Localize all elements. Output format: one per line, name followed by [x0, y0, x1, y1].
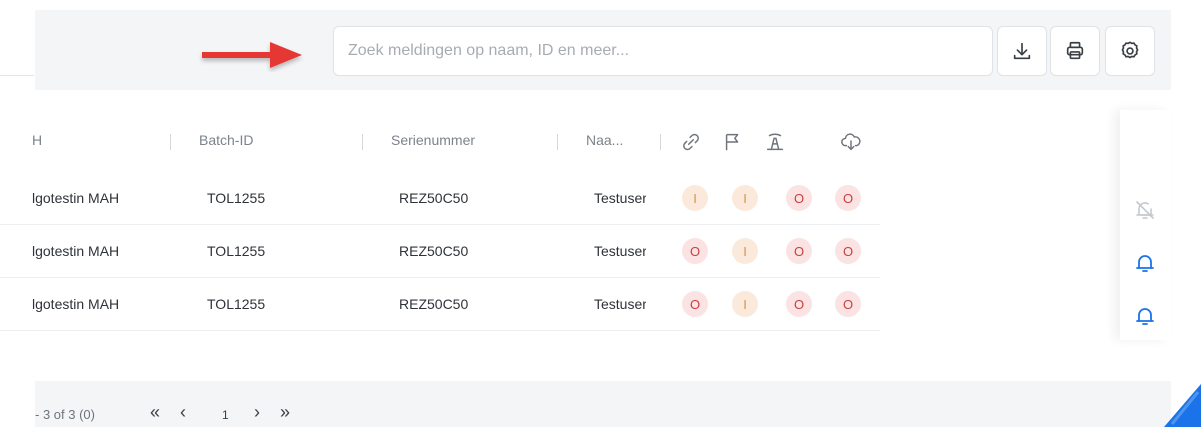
- status-pill: O: [835, 238, 861, 264]
- cell-batch-id: TOL1255: [207, 190, 266, 206]
- bell-icon[interactable]: [1133, 304, 1157, 328]
- link-icon[interactable]: [680, 131, 702, 153]
- status-pill: O: [682, 238, 708, 264]
- table-row[interactable]: lgotestin MAH TOL1255 REZ50C50 Testuser …: [0, 278, 880, 331]
- cell-mah: lgotestin MAH: [32, 296, 120, 312]
- cell-mah: lgotestin MAH: [32, 190, 120, 206]
- status-pill: O: [835, 185, 861, 211]
- cell-name: Testuser: [594, 243, 646, 259]
- column-header-batch-id[interactable]: Batch-ID: [199, 132, 253, 148]
- status-pill: I: [732, 185, 758, 211]
- cell-serial: REZ50C50: [399, 243, 469, 259]
- settings-icon: [1121, 41, 1139, 59]
- last-page-button[interactable]: »: [280, 402, 290, 422]
- table-header: H Batch-ID Serienummer Naa...: [0, 110, 880, 172]
- page-summary: - 3 of 3 (0): [35, 407, 95, 422]
- flag-icon[interactable]: [722, 131, 744, 153]
- notification-column-header: [1120, 110, 1171, 172]
- status-pill: O: [786, 238, 812, 264]
- cell-serial: REZ50C50: [399, 190, 469, 206]
- print-button[interactable]: [1050, 26, 1100, 76]
- status-pill: O: [835, 291, 861, 317]
- status-pill: I: [732, 291, 758, 317]
- current-page[interactable]: 1: [222, 408, 229, 422]
- notification-column: [1120, 110, 1171, 340]
- cell-name: Testuser: [594, 190, 646, 206]
- status-pill: O: [682, 291, 708, 317]
- red-arrow-annotation: [202, 42, 302, 68]
- download-button[interactable]: [997, 26, 1047, 76]
- column-header-name[interactable]: Naa...: [586, 132, 623, 148]
- alerts-table: H Batch-ID Serienummer Naa... lgotestin …: [0, 110, 880, 331]
- first-page-button[interactable]: «: [150, 402, 160, 422]
- status-pill: O: [786, 185, 812, 211]
- column-header-mah[interactable]: H: [32, 132, 42, 148]
- divider: [0, 75, 34, 76]
- app-root: H Batch-ID Serienummer Naa...: [0, 0, 1201, 427]
- column-separator[interactable]: [557, 134, 558, 150]
- cell-mah: lgotestin MAH: [32, 243, 120, 259]
- column-header-serial[interactable]: Serienummer: [391, 132, 475, 148]
- prev-page-button[interactable]: ‹: [180, 402, 186, 422]
- column-separator[interactable]: [362, 134, 363, 150]
- status-pill: I: [732, 238, 758, 264]
- column-separator[interactable]: [660, 134, 661, 150]
- next-page-button[interactable]: ›: [254, 402, 260, 422]
- cell-batch-id: TOL1255: [207, 296, 266, 312]
- cloud-download-icon[interactable]: [840, 131, 862, 153]
- bell-off-icon[interactable]: [1133, 198, 1157, 222]
- cell-serial: REZ50C50: [399, 296, 469, 312]
- table-row[interactable]: lgotestin MAH TOL1255 REZ50C50 Testuser …: [0, 225, 880, 278]
- search-input[interactable]: [333, 26, 993, 76]
- cell-batch-id: TOL1255: [207, 243, 266, 259]
- tower-icon[interactable]: [764, 131, 786, 153]
- status-pill: I: [682, 185, 708, 211]
- print-icon: [1066, 41, 1084, 60]
- column-separator[interactable]: [170, 134, 171, 150]
- table-row[interactable]: lgotestin MAH TOL1255 REZ50C50 Testuser …: [0, 172, 880, 225]
- settings-button[interactable]: [1105, 26, 1155, 76]
- cell-name: Testuser: [594, 296, 646, 312]
- table-footer: [35, 381, 1171, 427]
- corner-fab[interactable]: [1150, 370, 1201, 427]
- status-pill: O: [786, 291, 812, 317]
- download-icon: [1013, 42, 1031, 60]
- bell-icon[interactable]: [1133, 251, 1157, 275]
